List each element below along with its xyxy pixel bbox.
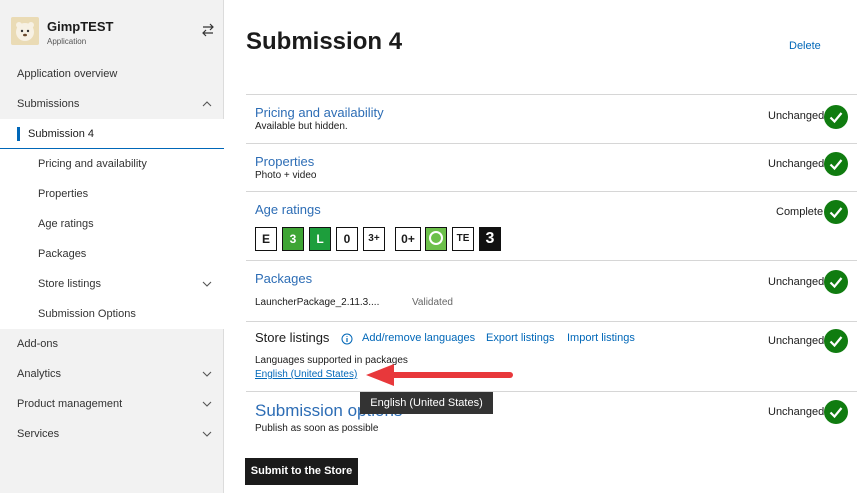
selection-indicator	[17, 127, 20, 141]
usk-badge: 0	[336, 227, 358, 251]
check-icon	[824, 400, 848, 424]
chevron-down-icon	[202, 401, 212, 407]
status-text: Unchanged	[768, 335, 825, 347]
app-name: GimpTEST	[47, 19, 114, 34]
language-link-en-us[interactable]: English (United States)	[255, 369, 357, 380]
status-text: Unchanged	[768, 110, 825, 122]
chevron-down-icon	[202, 281, 212, 287]
sidebar-item-pricing[interactable]: Pricing and availability	[0, 149, 224, 179]
section-title-age-ratings[interactable]: Age ratings	[255, 202, 321, 217]
pegi-badge: 3	[282, 227, 304, 251]
status-text: Unchanged	[768, 276, 825, 288]
section-packages: Packages LauncherPackage_2.11.3.... Vali…	[246, 260, 857, 321]
sidebar-item-analytics[interactable]: Analytics	[0, 359, 224, 389]
chevron-down-icon	[202, 431, 212, 437]
sidebar: GimpTEST Application Application overvie…	[0, 0, 224, 493]
chevron-down-icon	[202, 371, 212, 377]
switch-app-icon[interactable]	[200, 22, 216, 38]
language-tooltip: English (United States)	[360, 392, 493, 414]
check-icon	[824, 270, 848, 294]
status-text: Complete	[776, 206, 824, 218]
sidebar-item-add-ons[interactable]: Add-ons	[0, 329, 224, 359]
section-title-packages[interactable]: Packages	[255, 271, 312, 286]
export-listings-link[interactable]: Export listings	[486, 332, 554, 344]
sidebar-item-packages[interactable]: Packages	[0, 239, 224, 269]
check-icon	[824, 200, 848, 224]
grac-icon	[429, 231, 443, 245]
check-icon	[824, 152, 848, 176]
section-properties: Properties Photo + video Unchanged	[246, 143, 857, 191]
sidebar-item-application-overview[interactable]: Application overview	[0, 59, 224, 89]
sidebar-item-submission-4[interactable]: Submission 4	[0, 119, 224, 149]
check-icon	[824, 329, 848, 353]
section-store-listings: Store listings Add/remove languages Expo…	[246, 321, 857, 391]
sidebar-item-submission-options[interactable]: Submission Options	[0, 299, 224, 329]
section-age-ratings: Age ratings Complete E 3 L 0 3+ 0+ TE 3	[246, 191, 857, 260]
package-state: Validated	[412, 297, 453, 308]
package-name: LauncherPackage_2.11.3....	[255, 297, 380, 308]
sidebar-item-age-ratings[interactable]: Age ratings	[0, 209, 224, 239]
acb-badge: 0+	[395, 227, 421, 251]
add-remove-languages-link[interactable]: Add/remove languages	[362, 332, 475, 344]
submit-to-store-button[interactable]: Submit to the Store	[245, 458, 358, 485]
chevron-up-icon	[202, 101, 212, 107]
section-title-properties[interactable]: Properties	[255, 154, 314, 169]
section-subtitle: Photo + video	[255, 170, 317, 181]
sidebar-item-services[interactable]: Services	[0, 419, 224, 449]
info-icon[interactable]	[341, 333, 353, 345]
check-icon	[824, 105, 848, 129]
sidebar-item-store-listings[interactable]: Store listings	[0, 269, 224, 299]
app-header: GimpTEST Application	[0, 0, 224, 60]
section-subtitle: Available but hidden.	[255, 121, 348, 132]
app-type: Application	[47, 37, 87, 46]
sidebar-item-product-management[interactable]: Product management	[0, 389, 224, 419]
csrr-badge: TE	[452, 227, 474, 251]
nz-badge: 3	[479, 227, 501, 251]
classind-badge: L	[309, 227, 331, 251]
sidebar-item-submissions[interactable]: Submissions	[0, 89, 224, 119]
annotation-arrow-icon	[366, 364, 513, 386]
esrb-badge: E	[255, 227, 277, 251]
grac-badge	[425, 227, 447, 251]
page-title: Submission 4	[246, 28, 403, 55]
delete-link[interactable]: Delete	[789, 40, 821, 52]
section-submission-options: Submission options Publish as soon as po…	[246, 391, 857, 441]
section-title-pricing[interactable]: Pricing and availability	[255, 105, 384, 120]
section-pricing: Pricing and availability Available but h…	[246, 94, 857, 143]
iarc-badge: 3+	[363, 227, 385, 251]
sidebar-item-properties[interactable]: Properties	[0, 179, 224, 209]
section-subtitle: Publish as soon as possible	[255, 423, 379, 434]
section-title-store-listings: Store listings	[255, 330, 330, 345]
app-avatar	[11, 17, 39, 45]
status-text: Unchanged	[768, 158, 825, 170]
status-text: Unchanged	[768, 406, 825, 418]
import-listings-link[interactable]: Import listings	[567, 332, 635, 344]
